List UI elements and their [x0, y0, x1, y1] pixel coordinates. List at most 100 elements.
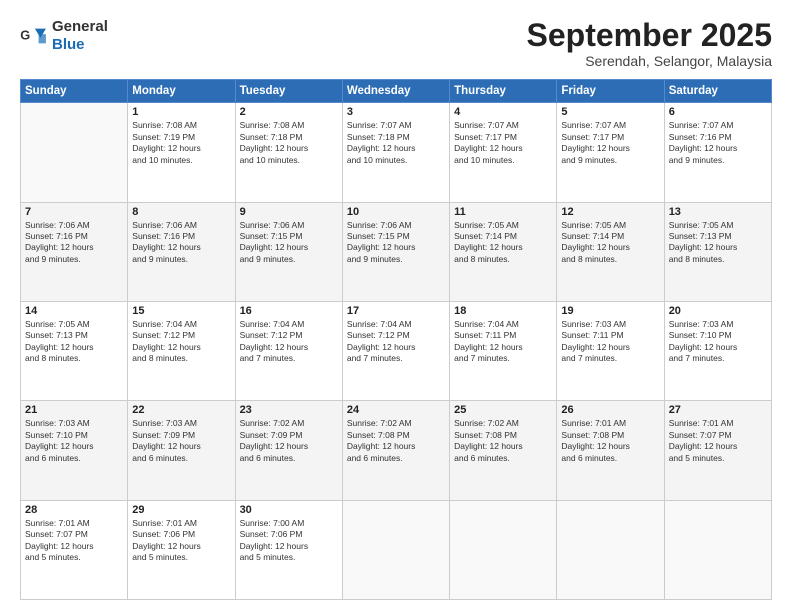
weekday-header-monday: Monday [128, 80, 235, 103]
cell-info: Sunrise: 7:07 AM Sunset: 7:16 PM Dayligh… [669, 120, 767, 166]
day-number: 19 [561, 305, 659, 317]
cell-info: Sunrise: 7:03 AM Sunset: 7:09 PM Dayligh… [132, 418, 230, 464]
day-number: 28 [25, 504, 123, 516]
calendar-cell: 4 Sunrise: 7:07 AM Sunset: 7:17 PM Daylig… [450, 103, 557, 202]
calendar-cell: 13Sunrise: 7:05 AM Sunset: 7:13 PM Dayli… [664, 202, 771, 301]
weekday-header-thursday: Thursday [450, 80, 557, 103]
calendar-cell: 26Sunrise: 7:01 AM Sunset: 7:08 PM Dayli… [557, 401, 664, 500]
day-number: 9 [240, 206, 338, 218]
calendar-cell: 9Sunrise: 7:06 AM Sunset: 7:15 PM Daylig… [235, 202, 342, 301]
cell-info: Sunrise: 7:07 AM Sunset: 7:17 PM Dayligh… [454, 120, 552, 166]
calendar-cell: 1Sunrise: 7:08 AM Sunset: 7:19 PM Daylig… [128, 103, 235, 202]
day-number: 26 [561, 404, 659, 416]
calendar-cell: 11 Sunrise: 7:05 AM Sunset: 7:14 PM Dayli… [450, 202, 557, 301]
calendar-table: SundayMondayTuesdayWednesdayThursdayFrid… [20, 79, 772, 600]
weekday-header-row: SundayMondayTuesdayWednesdayThursdayFrid… [21, 80, 772, 103]
day-number: 7 [25, 206, 123, 218]
cell-info: Sunrise: 7:02 AM Sunset: 7:08 PM Dayligh… [454, 418, 552, 464]
weekday-header-sunday: Sunday [21, 80, 128, 103]
logo: G General Blue [20, 18, 108, 53]
calendar-cell [21, 103, 128, 202]
calendar-cell: 7 Sunrise: 7:06 AM Sunset: 7:16 PM Daylig… [21, 202, 128, 301]
calendar-cell: 5Sunrise: 7:07 AM Sunset: 7:17 PM Daylig… [557, 103, 664, 202]
day-number: 3 [347, 106, 445, 118]
calendar-cell: 18 Sunrise: 7:04 AM Sunset: 7:11 PM Dayli… [450, 301, 557, 400]
calendar-cell: 22 Sunrise: 7:03 AM Sunset: 7:09 PM Dayli… [128, 401, 235, 500]
day-number: 11 [454, 206, 552, 218]
week-row-5: 28 Sunrise: 7:01 AM Sunset: 7:07 PM Dayli… [21, 500, 772, 599]
calendar-cell: 25 Sunrise: 7:02 AM Sunset: 7:08 PM Dayli… [450, 401, 557, 500]
month-title: September 2025 [527, 18, 772, 53]
day-number: 25 [454, 404, 552, 416]
cell-info: Sunrise: 7:04 AM Sunset: 7:12 PM Dayligh… [132, 319, 230, 365]
cell-info: Sunrise: 7:04 AM Sunset: 7:12 PM Dayligh… [240, 319, 338, 365]
day-number: 8 [132, 206, 230, 218]
calendar-cell: 6 Sunrise: 7:07 AM Sunset: 7:16 PM Daylig… [664, 103, 771, 202]
cell-info: Sunrise: 7:03 AM Sunset: 7:10 PM Dayligh… [669, 319, 767, 365]
cell-info: Sunrise: 7:04 AM Sunset: 7:11 PM Dayligh… [454, 319, 552, 365]
week-row-1: 1Sunrise: 7:08 AM Sunset: 7:19 PM Daylig… [21, 103, 772, 202]
calendar-cell [450, 500, 557, 599]
calendar-cell: 29 Sunrise: 7:01 AM Sunset: 7:06 PM Dayli… [128, 500, 235, 599]
calendar-cell: 2 Sunrise: 7:08 AM Sunset: 7:18 PM Daylig… [235, 103, 342, 202]
cell-info: Sunrise: 7:05 AM Sunset: 7:14 PM Dayligh… [454, 220, 552, 266]
calendar-cell: 16Sunrise: 7:04 AM Sunset: 7:12 PM Dayli… [235, 301, 342, 400]
cell-info: Sunrise: 7:05 AM Sunset: 7:13 PM Dayligh… [25, 319, 123, 365]
calendar-cell: 14 Sunrise: 7:05 AM Sunset: 7:13 PM Dayli… [21, 301, 128, 400]
day-number: 12 [561, 206, 659, 218]
day-number: 6 [669, 106, 767, 118]
cell-info: Sunrise: 7:01 AM Sunset: 7:07 PM Dayligh… [25, 518, 123, 564]
svg-text:G: G [20, 27, 30, 42]
day-number: 4 [454, 106, 552, 118]
cell-info: Sunrise: 7:00 AM Sunset: 7:06 PM Dayligh… [240, 518, 338, 564]
cell-info: Sunrise: 7:03 AM Sunset: 7:11 PM Dayligh… [561, 319, 659, 365]
cell-info: Sunrise: 7:01 AM Sunset: 7:06 PM Dayligh… [132, 518, 230, 564]
day-number: 13 [669, 206, 767, 218]
calendar-cell: 28 Sunrise: 7:01 AM Sunset: 7:07 PM Dayli… [21, 500, 128, 599]
cell-info: Sunrise: 7:02 AM Sunset: 7:08 PM Dayligh… [347, 418, 445, 464]
cell-info: Sunrise: 7:04 AM Sunset: 7:12 PM Dayligh… [347, 319, 445, 365]
cell-info: Sunrise: 7:02 AM Sunset: 7:09 PM Dayligh… [240, 418, 338, 464]
day-number: 18 [454, 305, 552, 317]
logo-text: General Blue [52, 18, 108, 53]
day-number: 1 [132, 106, 230, 118]
calendar-cell [342, 500, 449, 599]
calendar-cell [664, 500, 771, 599]
cell-info: Sunrise: 7:05 AM Sunset: 7:14 PM Dayligh… [561, 220, 659, 266]
day-number: 15 [132, 305, 230, 317]
calendar-cell: 8 Sunrise: 7:06 AM Sunset: 7:16 PM Daylig… [128, 202, 235, 301]
calendar-cell: 23 Sunrise: 7:02 AM Sunset: 7:09 PM Dayli… [235, 401, 342, 500]
weekday-header-tuesday: Tuesday [235, 80, 342, 103]
weekday-header-wednesday: Wednesday [342, 80, 449, 103]
cell-info: Sunrise: 7:06 AM Sunset: 7:16 PM Dayligh… [132, 220, 230, 266]
cell-info: Sunrise: 7:08 AM Sunset: 7:18 PM Dayligh… [240, 120, 338, 166]
weekday-header-saturday: Saturday [664, 80, 771, 103]
day-number: 29 [132, 504, 230, 516]
cell-info: Sunrise: 7:06 AM Sunset: 7:15 PM Dayligh… [347, 220, 445, 266]
weekday-header-friday: Friday [557, 80, 664, 103]
calendar-cell: 27Sunrise: 7:01 AM Sunset: 7:07 PM Dayli… [664, 401, 771, 500]
cell-info: Sunrise: 7:03 AM Sunset: 7:10 PM Dayligh… [25, 418, 123, 464]
calendar-cell: 12 Sunrise: 7:05 AM Sunset: 7:14 PM Dayli… [557, 202, 664, 301]
day-number: 17 [347, 305, 445, 317]
calendar-cell: 15 Sunrise: 7:04 AM Sunset: 7:12 PM Dayli… [128, 301, 235, 400]
calendar-cell: 24Sunrise: 7:02 AM Sunset: 7:08 PM Dayli… [342, 401, 449, 500]
cell-info: Sunrise: 7:07 AM Sunset: 7:17 PM Dayligh… [561, 120, 659, 166]
header: G General Blue September 2025 Serendah, … [20, 18, 772, 69]
week-row-3: 14 Sunrise: 7:05 AM Sunset: 7:13 PM Dayli… [21, 301, 772, 400]
calendar-cell: 20 Sunrise: 7:03 AM Sunset: 7:10 PM Dayli… [664, 301, 771, 400]
calendar-cell: 10 Sunrise: 7:06 AM Sunset: 7:15 PM Dayli… [342, 202, 449, 301]
cell-info: Sunrise: 7:06 AM Sunset: 7:16 PM Dayligh… [25, 220, 123, 266]
day-number: 30 [240, 504, 338, 516]
calendar-cell: 19 Sunrise: 7:03 AM Sunset: 7:11 PM Dayli… [557, 301, 664, 400]
day-number: 14 [25, 305, 123, 317]
day-number: 20 [669, 305, 767, 317]
day-number: 10 [347, 206, 445, 218]
day-number: 2 [240, 106, 338, 118]
day-number: 22 [132, 404, 230, 416]
calendar-cell: 30 Sunrise: 7:00 AM Sunset: 7:06 PM Dayli… [235, 500, 342, 599]
week-row-4: 21Sunrise: 7:03 AM Sunset: 7:10 PM Dayli… [21, 401, 772, 500]
title-block: September 2025 Serendah, Selangor, Malay… [527, 18, 772, 69]
logo-icon: G [20, 25, 48, 47]
day-number: 23 [240, 404, 338, 416]
